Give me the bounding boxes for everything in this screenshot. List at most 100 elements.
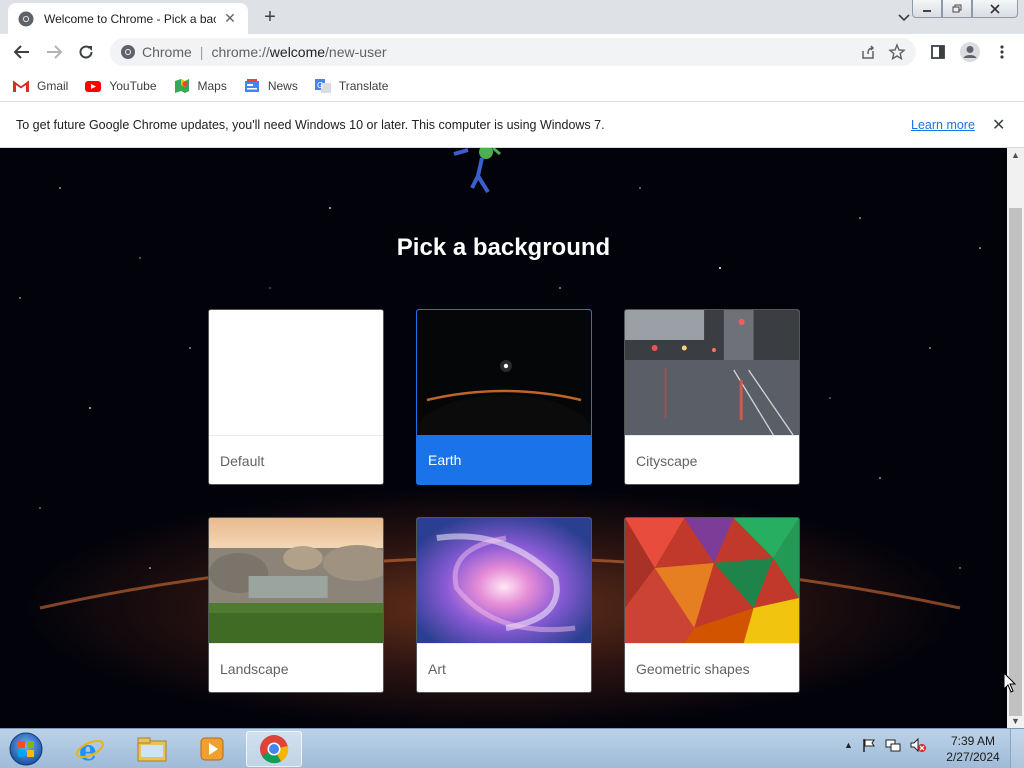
- windows-taskbar: e ▲ 7:39 AM 2/27/2024: [0, 728, 1024, 768]
- background-label: Art: [417, 643, 591, 692]
- forward-arrow-icon: [47, 45, 63, 59]
- cityscape-thumbnail: [625, 310, 799, 435]
- menu-button[interactable]: [988, 38, 1016, 66]
- tab-search-chevron-icon[interactable]: [894, 8, 914, 26]
- close-tab-icon[interactable]: ✕: [222, 10, 238, 27]
- svg-text:e: e: [79, 734, 97, 764]
- show-desktop-button[interactable]: [1010, 729, 1024, 768]
- background-card-cityscape[interactable]: Cityscape: [624, 309, 800, 485]
- toolbar: Chrome | chrome://welcome/new-user: [0, 34, 1024, 70]
- bookmark-label: Gmail: [37, 78, 69, 93]
- chrome-icon: [260, 735, 289, 764]
- share-icon[interactable]: [860, 44, 876, 60]
- background-label: Cityscape: [625, 435, 799, 484]
- youtube-icon: [85, 80, 102, 92]
- taskbar-internet-explorer[interactable]: e: [62, 731, 118, 767]
- landscape-thumbnail: [209, 518, 383, 643]
- background-card-landscape[interactable]: Landscape: [208, 517, 384, 693]
- taskbar-windows-explorer[interactable]: [124, 731, 180, 767]
- reload-button[interactable]: [72, 38, 100, 66]
- show-hidden-icons-icon[interactable]: ▲: [844, 740, 853, 750]
- maps-icon: [174, 78, 189, 93]
- taskbar-chrome[interactable]: [246, 731, 302, 767]
- system-clock[interactable]: 7:39 AM 2/27/2024: [940, 733, 1006, 765]
- background-card-geometric[interactable]: Geometric shapes: [624, 517, 800, 693]
- network-icon[interactable]: [885, 737, 901, 753]
- learn-more-link[interactable]: Learn more: [911, 118, 975, 132]
- bookmark-gmail[interactable]: Gmail: [12, 78, 68, 94]
- folder-icon: [137, 737, 167, 762]
- bookmark-maps[interactable]: Maps: [173, 78, 227, 94]
- volume-muted-icon[interactable]: [909, 737, 927, 753]
- restore-icon: [952, 4, 962, 12]
- omnibox-chip: Chrome: [142, 44, 192, 60]
- clock-date: 2/27/2024: [946, 750, 1000, 764]
- url-path: /new-user: [325, 44, 387, 60]
- url-scheme: chrome://: [211, 44, 270, 60]
- bookmark-youtube[interactable]: YouTube: [84, 78, 157, 94]
- bookmark-label: Translate: [338, 78, 389, 93]
- art-thumbnail: [417, 518, 591, 643]
- background-card-default[interactable]: Default: [208, 309, 384, 485]
- url-text: chrome://welcome/new-user: [211, 44, 386, 60]
- url-host: welcome: [269, 44, 326, 60]
- background-label: Geometric shapes: [625, 643, 799, 692]
- tab-welcome[interactable]: Welcome to Chrome - Pick a background ✕: [8, 3, 248, 34]
- news-icon: [244, 78, 259, 92]
- start-button-icon[interactable]: [4, 730, 44, 768]
- bookmark-label: YouTube: [109, 78, 157, 93]
- clock-time: 7:39 AM: [950, 734, 996, 748]
- default-thumbnail: [209, 310, 383, 435]
- earth-thumbnail: [417, 310, 591, 435]
- address-bar[interactable]: Chrome | chrome://welcome/new-user: [110, 38, 916, 66]
- bookmark-translate[interactable]: G Translate: [314, 78, 389, 94]
- tab-title: Welcome to Chrome - Pick a background: [44, 11, 216, 26]
- reload-icon: [79, 45, 93, 59]
- scroll-down-arrow-icon[interactable]: ▼: [1011, 716, 1020, 726]
- restore-button[interactable]: [942, 0, 972, 18]
- close-window-button[interactable]: [972, 0, 1018, 18]
- internet-explorer-icon: e: [76, 734, 104, 764]
- background-label: Earth: [417, 435, 591, 484]
- background-card-art[interactable]: Art: [416, 517, 592, 693]
- welcome-mascot-illustration: [453, 148, 501, 194]
- back-button[interactable]: [8, 38, 36, 66]
- infobar-close-icon[interactable]: ✕: [992, 115, 1005, 135]
- page-scrollbar[interactable]: ▲ ▼: [1007, 148, 1024, 728]
- back-arrow-icon: [13, 45, 29, 59]
- chrome-site-icon: [121, 45, 135, 59]
- forward-button[interactable]: [40, 38, 68, 66]
- svg-text:G: G: [317, 81, 323, 90]
- minimize-button[interactable]: [912, 0, 942, 18]
- scroll-up-arrow-icon[interactable]: ▲: [1011, 150, 1020, 160]
- tab-strip: Welcome to Chrome - Pick a background ✕ …: [0, 0, 1024, 34]
- minimize-icon: [923, 9, 931, 12]
- translate-icon: G: [314, 78, 331, 93]
- profile-avatar-icon: [960, 42, 980, 62]
- infobar-message: To get future Google Chrome updates, you…: [16, 117, 605, 132]
- chrome-favicon-icon: [18, 11, 34, 26]
- background-card-earth[interactable]: Earth: [416, 309, 592, 485]
- bookmark-label: News: [267, 78, 298, 93]
- profile-button[interactable]: [956, 38, 984, 66]
- mouse-cursor-icon: [1003, 672, 1017, 693]
- scrollbar-thumb[interactable]: [1009, 208, 1022, 716]
- page-heading: Pick a background: [396, 234, 611, 261]
- background-label: Default: [209, 435, 383, 484]
- action-center-flag-icon[interactable]: [861, 737, 877, 753]
- bookmark-news[interactable]: News: [243, 78, 298, 94]
- side-panel-button[interactable]: [924, 38, 952, 66]
- geometric-thumbnail: [625, 518, 799, 643]
- window-controls: [912, 0, 1018, 18]
- taskbar-media-player[interactable]: [184, 731, 240, 767]
- bookmark-label: Maps: [197, 78, 227, 93]
- welcome-page: Pick a background Default Earth Cityscap…: [0, 148, 1007, 728]
- screen: Welcome to Chrome - Pick a background ✕ …: [0, 0, 1024, 768]
- omnibox-separator: |: [199, 44, 204, 60]
- new-tab-button[interactable]: +: [258, 6, 282, 28]
- kebab-menu-icon: [1000, 45, 1004, 59]
- system-tray: ▲: [844, 737, 927, 753]
- bookmarks-bar: Gmail YouTube Maps News G Translate: [0, 70, 1024, 102]
- bookmark-star-icon[interactable]: [888, 43, 906, 61]
- update-infobar: To get future Google Chrome updates, you…: [0, 102, 1024, 148]
